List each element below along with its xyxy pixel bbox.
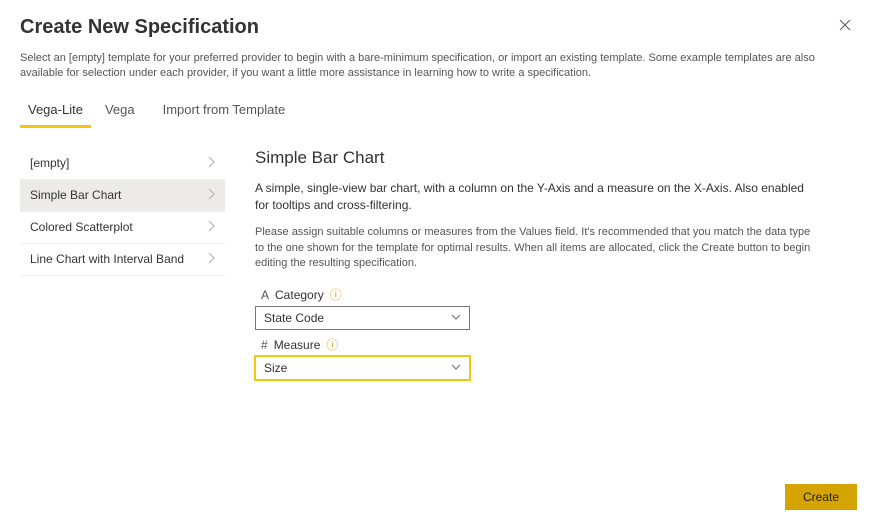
measure-select[interactable]: Size	[255, 356, 470, 380]
detail-title: Simple Bar Chart	[255, 148, 857, 168]
template-label: Colored Scatterplot	[30, 220, 133, 234]
info-icon: ⓘ	[330, 286, 342, 303]
category-select[interactable]: State Code	[255, 306, 470, 330]
template-list: [empty] Simple Bar Chart Colored Scatter…	[20, 148, 225, 387]
chevron-right-icon	[207, 156, 215, 171]
template-item-line-interval[interactable]: Line Chart with Interval Band	[20, 244, 225, 276]
tab-vega[interactable]: Vega	[91, 94, 149, 128]
chevron-right-icon	[207, 188, 215, 203]
dialog-title: Create New Specification	[20, 16, 259, 39]
provider-tabs: Vega-Lite Vega Import from Template	[0, 94, 877, 128]
create-button[interactable]: Create	[785, 484, 857, 510]
chevron-right-icon	[207, 220, 215, 235]
chevron-down-icon	[451, 362, 461, 374]
text-type-icon: A	[261, 288, 269, 302]
template-label: [empty]	[30, 156, 69, 170]
template-detail: Simple Bar Chart A simple, single-view b…	[255, 148, 857, 387]
template-item-empty[interactable]: [empty]	[20, 148, 225, 180]
template-label: Line Chart with Interval Band	[30, 252, 184, 266]
tab-import[interactable]: Import from Template	[149, 94, 300, 128]
template-item-simple-bar[interactable]: Simple Bar Chart	[20, 180, 225, 212]
close-icon[interactable]	[833, 16, 857, 36]
detail-description: A simple, single-view bar chart, with a …	[255, 180, 820, 215]
select-value: State Code	[264, 311, 324, 325]
template-label: Simple Bar Chart	[30, 188, 121, 202]
template-item-scatter[interactable]: Colored Scatterplot	[20, 212, 225, 244]
info-icon: ⓘ	[326, 336, 338, 353]
detail-hint: Please assign suitable columns or measur…	[255, 225, 820, 273]
tab-vega-lite[interactable]: Vega-Lite	[20, 94, 91, 128]
chevron-down-icon	[451, 312, 461, 324]
field-label-category: Category	[275, 288, 324, 302]
field-label-measure: Measure	[274, 338, 321, 352]
dialog-subtitle: Select an [empty] template for your pref…	[0, 47, 840, 94]
hash-type-icon: #	[261, 338, 268, 352]
select-value: Size	[264, 361, 287, 375]
chevron-right-icon	[207, 252, 215, 267]
